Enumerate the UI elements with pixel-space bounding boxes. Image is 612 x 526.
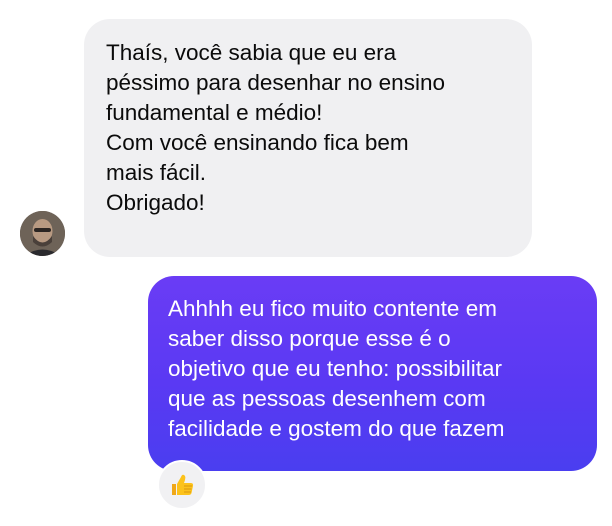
outgoing-message-line: Ahhhh eu fico muito contente em [168,296,497,321]
outgoing-message-bubble[interactable]: Ahhhh eu fico muito contente em saber di… [148,276,597,471]
incoming-message-line: péssimo para desenhar no ensino [106,70,445,95]
incoming-message-line: Com você ensinando fica bem [106,130,409,155]
outgoing-message-line: objetivo que eu tenho: possibilitar [168,356,502,381]
sender-avatar[interactable] [20,211,65,256]
message-reaction[interactable] [157,460,207,510]
incoming-message-bubble[interactable]: Thaís, você sabia que eu era péssimo par… [84,19,532,257]
incoming-message-line: fundamental e médio! [106,100,323,125]
incoming-message-line: Obrigado! [106,190,205,215]
incoming-message-line: mais fácil. [106,160,207,185]
chat-thread: Thaís, você sabia que eu era péssimo par… [0,0,612,526]
outgoing-message-line: facilidade e gostem do que fazem [168,416,505,441]
incoming-message-line: Thaís, você sabia que eu era [106,40,397,65]
outgoing-message-line: saber disso porque esse é o [168,326,451,351]
thumbs-up-icon [172,474,194,495]
outgoing-message-line: que as pessoas desenhem com [168,386,486,411]
user-avatar-icon [20,211,65,256]
